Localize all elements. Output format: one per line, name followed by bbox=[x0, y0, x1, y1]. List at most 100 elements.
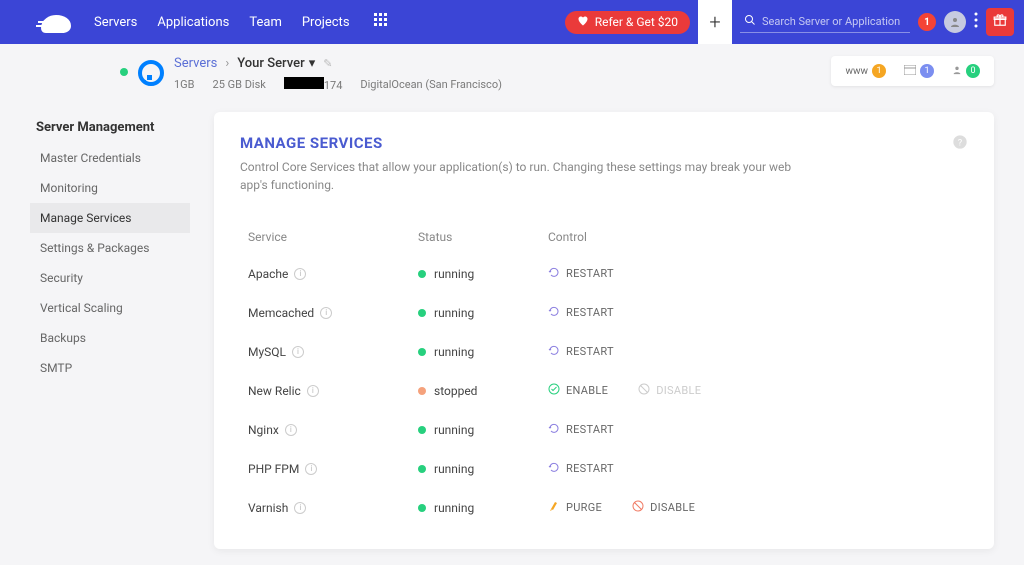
breadcrumb-servers[interactable]: Servers bbox=[174, 56, 217, 71]
control-enable-button[interactable]: ENABLE bbox=[548, 383, 608, 398]
info-icon[interactable]: i bbox=[320, 307, 332, 319]
server-info: Servers › Your Server ▾ ✎ 1GB 25 GB Disk… bbox=[174, 56, 502, 92]
control-restart-button[interactable]: RESTART bbox=[548, 266, 614, 281]
disable-icon bbox=[632, 500, 644, 515]
sidebar-item-backups[interactable]: Backups bbox=[30, 323, 190, 353]
control-label: ENABLE bbox=[566, 384, 608, 397]
breadcrumb-current[interactable]: Your Server ▾ bbox=[237, 56, 315, 71]
service-name: Apache bbox=[248, 267, 288, 281]
chevron-right-icon: › bbox=[225, 56, 229, 71]
control-label: DISABLE bbox=[650, 501, 695, 514]
control-disable-button[interactable]: DISABLE bbox=[632, 500, 695, 515]
sidebar-item-vertical-scaling[interactable]: Vertical Scaling bbox=[30, 293, 190, 323]
control-label: RESTART bbox=[566, 462, 614, 475]
col-header-control: Control bbox=[548, 230, 960, 244]
service-name-cell: PHP FPM i bbox=[248, 462, 418, 476]
stat-www-label: www bbox=[845, 66, 868, 77]
disable-icon bbox=[638, 383, 650, 398]
add-button[interactable]: + bbox=[698, 0, 732, 44]
top-nav: Servers Applications Team Projects Refer… bbox=[0, 0, 1024, 44]
server-provider: DigitalOcean (San Francisco) bbox=[360, 78, 502, 91]
service-row: Apache i running RESTART bbox=[240, 254, 968, 293]
status-text: stopped bbox=[434, 384, 477, 398]
service-status-cell: running bbox=[418, 306, 548, 320]
sidebar-item-master-credentials[interactable]: Master Credentials bbox=[30, 143, 190, 173]
sidebar-item-monitoring[interactable]: Monitoring bbox=[30, 173, 190, 203]
sidebar-item-security[interactable]: Security bbox=[30, 263, 190, 293]
info-icon[interactable]: i bbox=[294, 502, 306, 514]
server-disk: 25 GB Disk bbox=[213, 78, 266, 91]
service-control-cell: PURGE DISABLE bbox=[548, 500, 960, 515]
control-restart-button[interactable]: RESTART bbox=[548, 422, 614, 437]
sidebar: Server Management Master Credentials Mon… bbox=[30, 112, 190, 549]
col-header-service: Service bbox=[248, 230, 418, 244]
status-text: running bbox=[434, 306, 474, 320]
status-text: running bbox=[434, 462, 474, 476]
digitalocean-icon bbox=[138, 60, 164, 86]
avatar[interactable] bbox=[944, 11, 966, 33]
brand-logo[interactable] bbox=[34, 10, 74, 34]
service-row: Varnish i running PURGEDISABLE bbox=[240, 488, 968, 527]
page-body: Servers › Your Server ▾ ✎ 1GB 25 GB Disk… bbox=[0, 44, 1024, 561]
edit-icon[interactable]: ✎ bbox=[323, 57, 332, 70]
control-restart-button[interactable]: RESTART bbox=[548, 461, 614, 476]
gift-icon bbox=[993, 13, 1007, 31]
info-icon[interactable]: i bbox=[294, 268, 306, 280]
service-row: New Relic i stopped ENABLE DISABLE bbox=[240, 371, 968, 410]
svg-text:?: ? bbox=[958, 137, 963, 148]
stat-www[interactable]: www 1 bbox=[845, 64, 886, 78]
stat-users[interactable]: 0 bbox=[952, 64, 980, 78]
kebab-menu-icon[interactable] bbox=[974, 12, 978, 32]
stat-users-count: 0 bbox=[966, 64, 980, 78]
service-control-cell: ENABLE DISABLE bbox=[548, 383, 960, 398]
service-status-cell: running bbox=[418, 501, 548, 515]
nav-link-projects[interactable]: Projects bbox=[302, 15, 350, 30]
services-table: Service Status Control Apache i running … bbox=[240, 220, 968, 527]
stat-apps[interactable]: 1 bbox=[904, 64, 934, 78]
status-dot-icon bbox=[418, 387, 426, 395]
server-header: Servers › Your Server ▾ ✎ 1GB 25 GB Disk… bbox=[120, 56, 994, 92]
search-input[interactable] bbox=[762, 15, 906, 28]
nav-link-team[interactable]: Team bbox=[249, 15, 282, 30]
service-row: Memcached i running RESTART bbox=[240, 293, 968, 332]
nav-link-servers[interactable]: Servers bbox=[94, 15, 137, 30]
info-icon[interactable]: i bbox=[307, 385, 319, 397]
service-control-cell: RESTART bbox=[548, 266, 960, 281]
user-icon bbox=[952, 65, 962, 78]
nav-link-applications[interactable]: Applications bbox=[157, 15, 229, 30]
service-name: PHP FPM bbox=[248, 462, 299, 476]
restart-icon bbox=[548, 344, 560, 359]
control-disable-button: DISABLE bbox=[638, 383, 701, 398]
service-status-cell: running bbox=[418, 345, 548, 359]
restart-icon bbox=[548, 305, 560, 320]
status-text: running bbox=[434, 345, 474, 359]
status-dot-icon bbox=[418, 426, 426, 434]
control-restart-button[interactable]: RESTART bbox=[548, 305, 614, 320]
apps-grid-icon[interactable] bbox=[374, 13, 388, 31]
sidebar-item-manage-services[interactable]: Manage Services bbox=[30, 203, 190, 233]
service-name: New Relic bbox=[248, 384, 301, 398]
sidebar-title: Server Management bbox=[30, 112, 190, 143]
restart-icon bbox=[548, 266, 560, 281]
service-name-cell: Memcached i bbox=[248, 306, 418, 320]
help-icon[interactable]: ? bbox=[952, 134, 968, 154]
stat-apps-count: 1 bbox=[920, 64, 934, 78]
control-purge-button[interactable]: PURGE bbox=[548, 500, 602, 515]
gift-button[interactable] bbox=[986, 8, 1014, 36]
status-text: running bbox=[434, 423, 474, 437]
refer-button[interactable]: Refer & Get $20 bbox=[565, 11, 690, 34]
status-text: running bbox=[434, 267, 474, 281]
info-icon[interactable]: i bbox=[305, 463, 317, 475]
info-icon[interactable]: i bbox=[292, 346, 304, 358]
service-control-cell: RESTART bbox=[548, 305, 960, 320]
sidebar-item-smtp[interactable]: SMTP bbox=[30, 353, 190, 383]
server-status-dot bbox=[120, 68, 128, 76]
restart-icon bbox=[548, 461, 560, 476]
control-restart-button[interactable]: RESTART bbox=[548, 344, 614, 359]
sidebar-item-settings-packages[interactable]: Settings & Packages bbox=[30, 233, 190, 263]
search-box[interactable] bbox=[740, 12, 910, 33]
notifications-badge[interactable]: 1 bbox=[918, 13, 936, 31]
service-row: MySQL i running RESTART bbox=[240, 332, 968, 371]
server-ip: 174 bbox=[284, 77, 343, 92]
info-icon[interactable]: i bbox=[285, 424, 297, 436]
